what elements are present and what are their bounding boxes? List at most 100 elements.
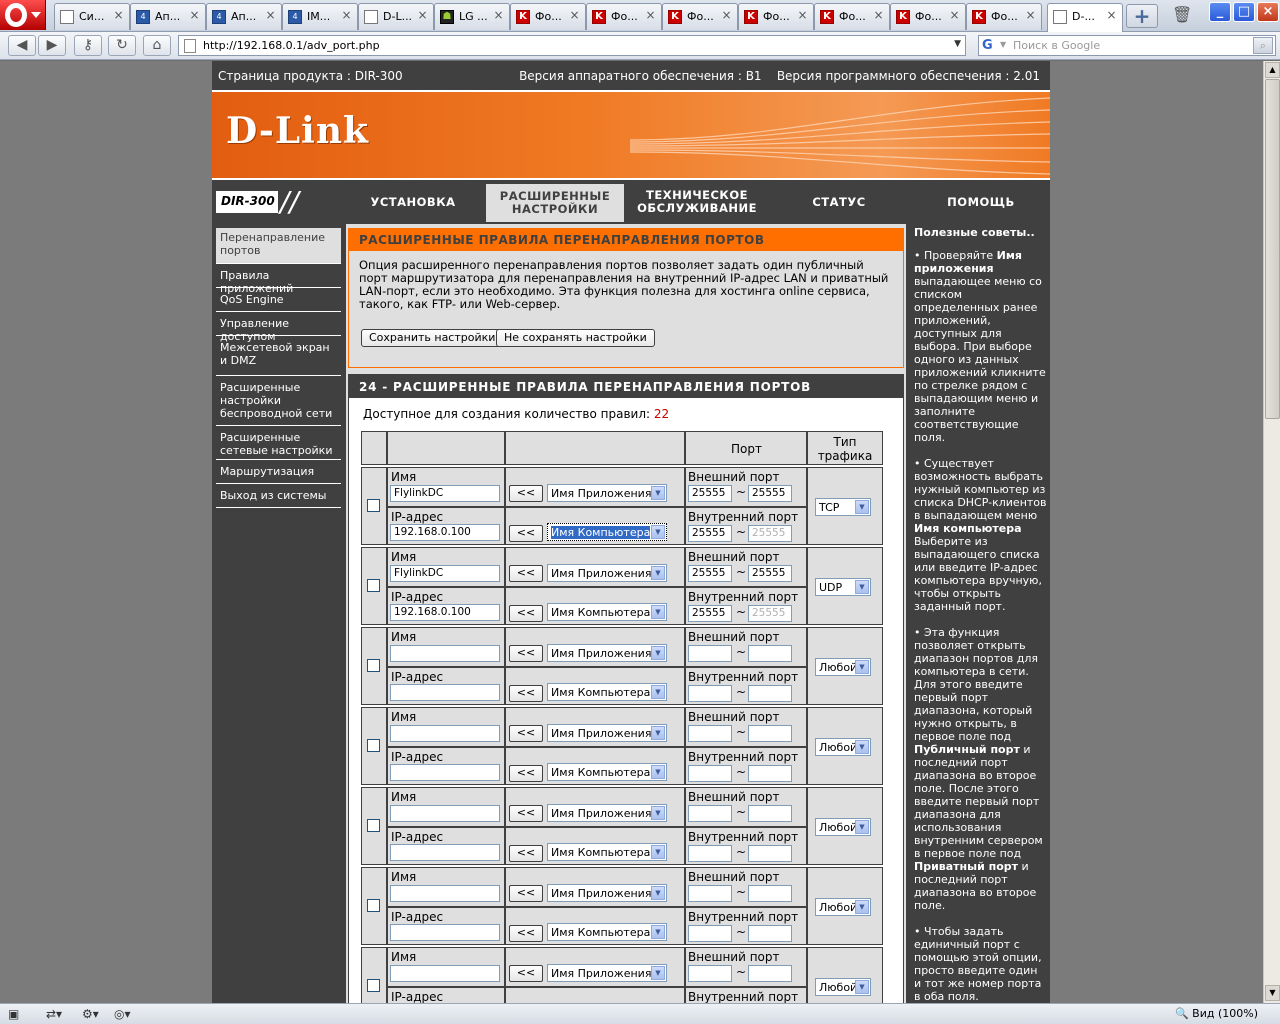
sidebar-item[interactable]: Расширенные настройки беспроводной сети	[216, 378, 341, 426]
chevron-down-icon[interactable]: ▼	[651, 566, 665, 580]
closed-tabs-trash-icon[interactable]: 🗑	[1172, 5, 1192, 27]
sidebar-item[interactable]: Маршрутизация	[216, 462, 341, 484]
ext-port-end-input[interactable]: 25555	[748, 565, 792, 582]
scroll-up-icon[interactable]: ▲	[1265, 62, 1280, 78]
computer-name-select[interactable]: Имя Компьютера ▼	[547, 523, 667, 541]
ext-port-start-input[interactable]: 25555	[688, 485, 732, 502]
traffic-type-select[interactable]: Любой ▼	[815, 658, 871, 676]
chevron-down-icon[interactable]: ▼	[1000, 40, 1006, 49]
application-name-select[interactable]: Имя Приложения ▼	[547, 724, 667, 742]
chevron-down-icon[interactable]: ▼	[855, 580, 869, 594]
application-name-select[interactable]: Имя Приложения ▼	[547, 564, 667, 582]
application-name-select[interactable]: Имя Приложения ▼	[547, 804, 667, 822]
application-name-select[interactable]: Имя Приложения ▼	[547, 884, 667, 902]
apply-app-button[interactable]: <<	[509, 805, 543, 822]
sidebar-item[interactable]: Правила приложений	[216, 266, 341, 295]
chevron-down-icon[interactable]: ▼	[651, 646, 665, 660]
sidebar-item[interactable]: Перенаправление портов	[216, 228, 341, 264]
chevron-down-icon[interactable]: ▼	[855, 500, 869, 514]
application-name-select[interactable]: Имя Приложения ▼	[547, 484, 667, 502]
int-port-start-input[interactable]	[688, 685, 732, 702]
rule-name-input[interactable]	[390, 885, 500, 902]
back-arrow-icon[interactable]: ◀	[8, 35, 36, 56]
sidebar-item[interactable]: QoS Engine	[216, 290, 341, 312]
int-port-start-input[interactable]	[688, 925, 732, 942]
save-settings-button[interactable]: Сохранить настройки	[361, 329, 504, 347]
computer-name-select[interactable]: Имя Компьютера ▼	[547, 763, 667, 781]
int-port-start-input[interactable]	[688, 765, 732, 782]
chevron-down-icon[interactable]: ▼	[855, 740, 869, 754]
ext-port-start-input[interactable]	[688, 725, 732, 742]
new-tab-button[interactable]: +	[1126, 4, 1158, 28]
speed-dial-icon[interactable]: ◎▾	[114, 1007, 131, 1022]
computer-name-select[interactable]: Имя Компьютера ▼	[547, 683, 667, 701]
browser-tab[interactable]: K Фо... ×	[890, 3, 966, 30]
rule-ip-input[interactable]	[390, 684, 500, 701]
ext-port-end-input[interactable]: 25555	[748, 485, 792, 502]
rule-enable-checkbox[interactable]	[367, 979, 380, 992]
close-tab-icon[interactable]: ×	[872, 9, 885, 22]
search-icon[interactable]: ⌕	[1253, 37, 1273, 54]
wand-key-icon[interactable]: ⚷	[74, 35, 102, 56]
apply-pc-button[interactable]: <<	[509, 765, 543, 782]
traffic-type-select[interactable]: Любой ▼	[815, 978, 871, 996]
int-port-start-input[interactable]: 25555	[688, 605, 732, 622]
apply-app-button[interactable]: <<	[509, 885, 543, 902]
sidebar-item[interactable]: Расширенные сетевые настройки	[216, 428, 341, 460]
rule-name-input[interactable]	[390, 725, 500, 742]
ext-port-start-input[interactable]	[688, 805, 732, 822]
chevron-down-icon[interactable]: ▼	[651, 765, 665, 779]
browser-tab[interactable]: D-L... ×	[358, 3, 434, 30]
sidebar-item[interactable]: Выход из системы	[216, 486, 341, 508]
chevron-down-icon[interactable]: ▼	[651, 966, 665, 980]
browser-tab[interactable]: K Фо... ×	[662, 3, 738, 30]
chevron-down-icon[interactable]: ▼	[855, 980, 869, 994]
zoom-level[interactable]: 🔍 Вид (100%)	[1175, 1007, 1258, 1020]
scrollbar-thumb[interactable]	[1265, 79, 1280, 419]
close-tab-icon[interactable]: ×	[720, 9, 733, 22]
apply-app-button[interactable]: <<	[509, 565, 543, 582]
computer-name-select[interactable]: Имя Компьютера ▼	[547, 603, 667, 621]
traffic-type-select[interactable]: TCP ▼	[815, 498, 871, 516]
close-tab-icon[interactable]: ×	[644, 9, 657, 22]
chevron-down-icon[interactable]: ▼	[651, 486, 665, 500]
computer-name-select[interactable]: Имя Компьютера ▼	[547, 843, 667, 861]
apply-app-button[interactable]: <<	[509, 725, 543, 742]
turbo-icon[interactable]: ⚙▾	[82, 1007, 99, 1022]
reload-icon[interactable]: ↻	[108, 35, 136, 56]
tab-setup[interactable]: УСТАНОВКА	[344, 182, 482, 222]
rule-ip-input[interactable]: 192.168.0.100	[390, 604, 500, 621]
rule-enable-checkbox[interactable]	[367, 579, 380, 592]
close-tab-icon[interactable]: ×	[1105, 9, 1118, 22]
computer-name-select[interactable]: Имя Компьютера ▼	[547, 923, 667, 941]
tab-status[interactable]: СТАТУС	[770, 182, 908, 222]
rule-ip-input[interactable]	[390, 764, 500, 781]
chevron-down-icon[interactable]: ▼	[855, 900, 869, 914]
chevron-down-icon[interactable]: ▼	[651, 525, 665, 539]
maximize-window-button[interactable]: □	[1233, 2, 1255, 22]
apply-app-button[interactable]: <<	[509, 645, 543, 662]
chevron-down-icon[interactable]: ▼	[651, 685, 665, 699]
dont-save-settings-button[interactable]: Не сохранять настройки	[496, 329, 655, 347]
apply-app-button[interactable]: <<	[509, 485, 543, 502]
close-window-button[interactable]: ×	[1257, 2, 1279, 22]
ext-port-end-input[interactable]	[748, 885, 792, 902]
browser-tab[interactable]: Си... ×	[54, 3, 130, 30]
apply-pc-button[interactable]: <<	[509, 605, 543, 622]
search-field[interactable]: G ▼ Поиск в Google ⌕	[978, 35, 1276, 56]
rule-enable-checkbox[interactable]	[367, 499, 380, 512]
apply-pc-button[interactable]: <<	[509, 685, 543, 702]
browser-tab[interactable]: K Фо... ×	[510, 3, 586, 30]
rule-enable-checkbox[interactable]	[367, 899, 380, 912]
rule-name-input[interactable]	[390, 645, 500, 662]
tab-maintenance[interactable]: ТЕХНИЧЕСКОЕ ОБСЛУЖИВАНИЕ	[628, 182, 766, 222]
sidebar-item[interactable]: Межсетевой экран и DMZ	[216, 338, 341, 376]
int-port-start-input[interactable]	[688, 845, 732, 862]
apply-pc-button[interactable]: <<	[509, 845, 543, 862]
browser-tab[interactable]: K Фо... ×	[586, 3, 662, 30]
ext-port-start-input[interactable]	[688, 885, 732, 902]
close-tab-icon[interactable]: ×	[568, 9, 581, 22]
tab-advanced[interactable]: РАСШИРЕННЫЕ НАСТРОЙКИ	[484, 182, 626, 222]
rule-name-input[interactable]	[390, 965, 500, 982]
ext-port-start-input[interactable]	[688, 965, 732, 982]
